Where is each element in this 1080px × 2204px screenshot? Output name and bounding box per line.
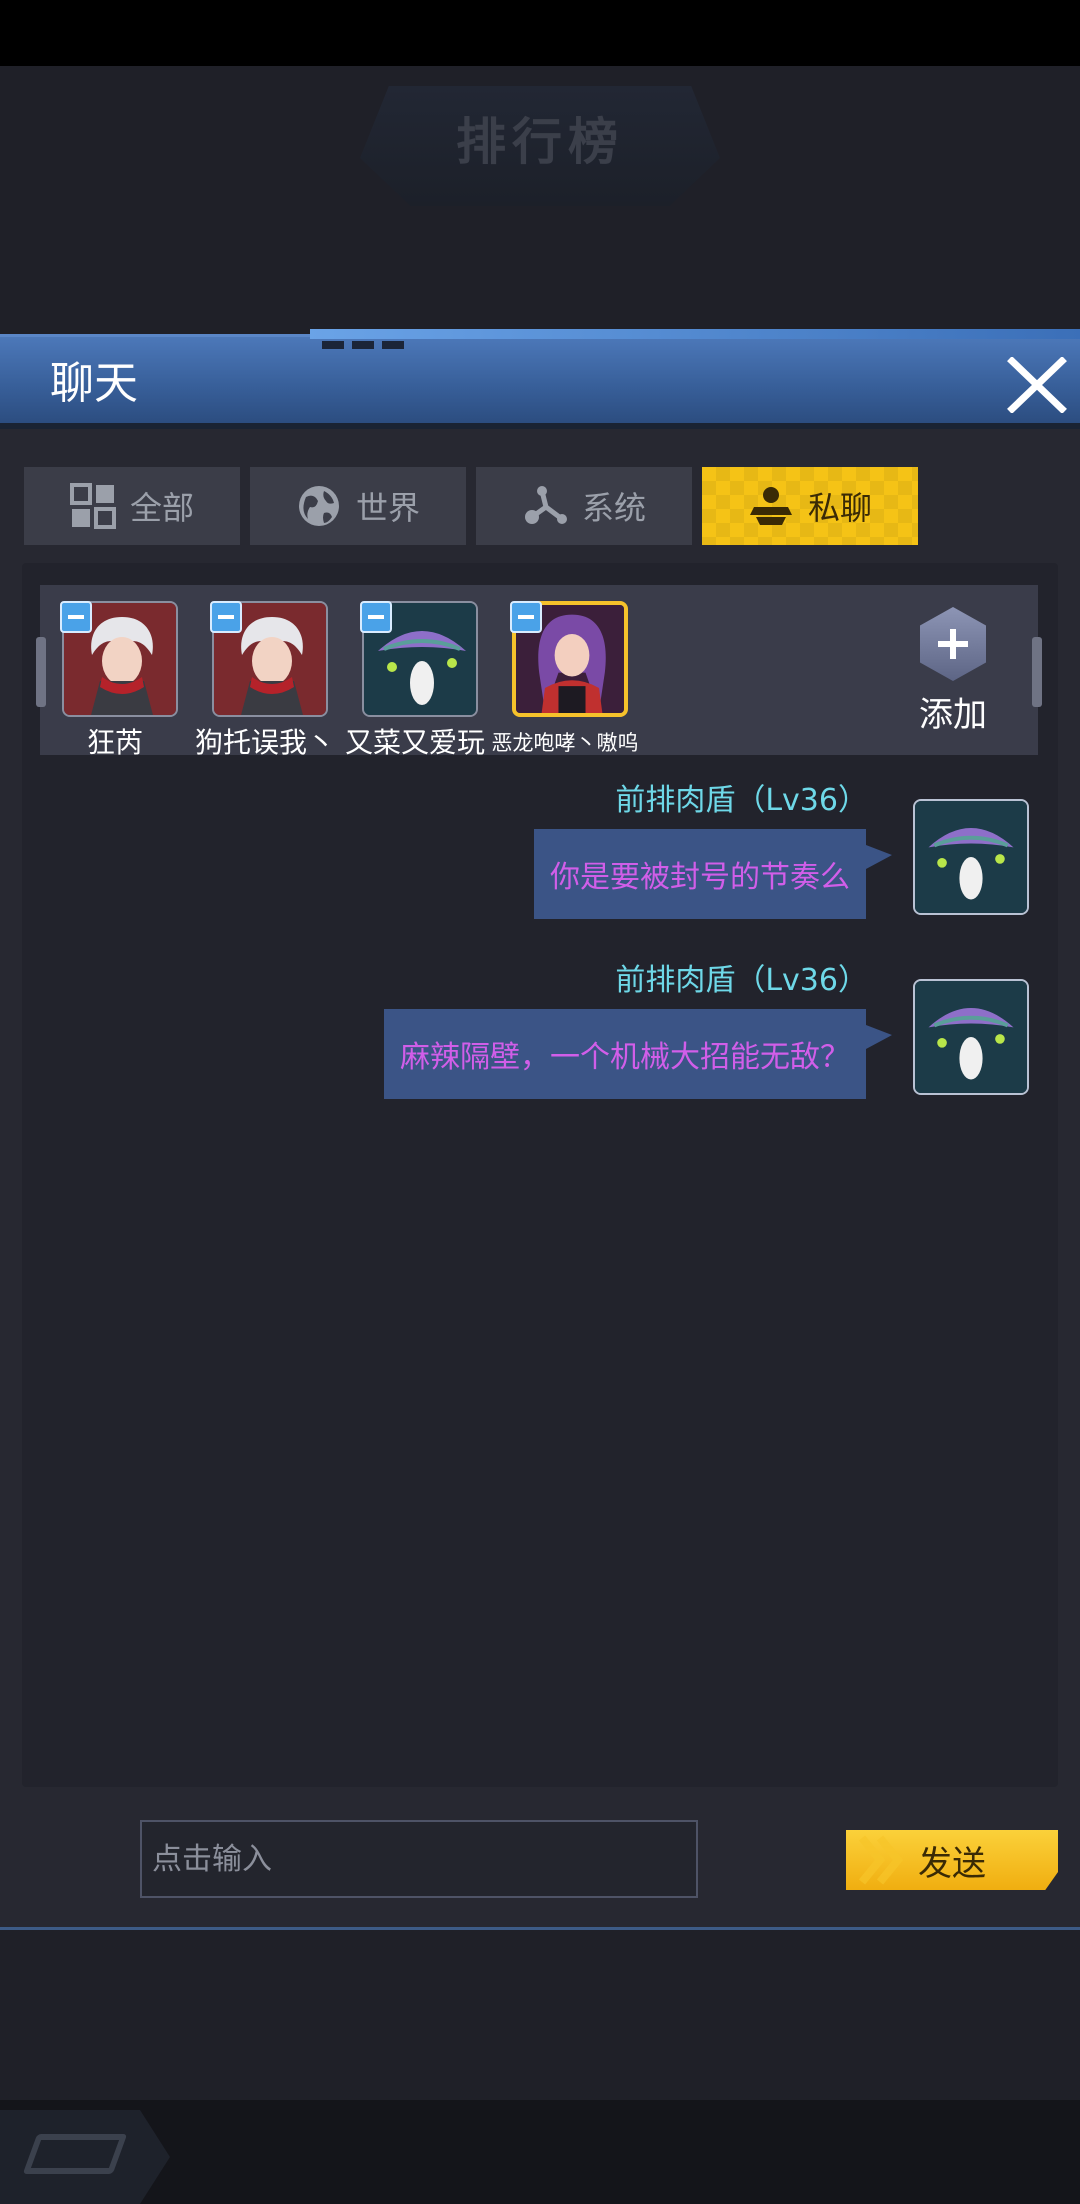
message-text: 麻辣隔壁，一个机械大招能无敌？ <box>400 1040 850 1075</box>
friend-item-selected[interactable]: 恶龙咆哮丶嗷呜 <box>490 601 640 755</box>
grid-icon <box>69 483 116 529</box>
mushroom-spirit-avatar[interactable] <box>913 979 1029 1095</box>
chat-input[interactable] <box>140 1820 698 1898</box>
friend-name: 恶龙咆哮丶嗷呜 <box>491 731 639 755</box>
tab-label: 世界 <box>355 489 420 527</box>
remove-friend-button[interactable] <box>60 601 92 633</box>
friend-item[interactable]: 狗托误我丶 <box>190 601 340 759</box>
mushroom-spirit-avatar[interactable] <box>913 799 1029 915</box>
dialog-header: 聊天 <box>0 329 1080 429</box>
tab-label: 系统 <box>581 489 646 527</box>
dialog-title: 聊天 <box>50 358 138 409</box>
message-bubble[interactable]: 麻辣隔壁，一个机械大招能无敌？ <box>384 1009 892 1099</box>
chevron-right-icon <box>858 1835 904 1885</box>
tab-world[interactable]: 世界 <box>250 467 466 545</box>
message-text: 你是要被封号的节奏么 <box>550 860 850 895</box>
nodes-icon <box>524 486 567 524</box>
add-friend-label: 添加 <box>919 695 987 735</box>
send-label: 发送 <box>918 1843 986 1884</box>
friend-name: 狗托误我丶 <box>194 726 335 759</box>
status-bar <box>0 0 1080 66</box>
friend-item[interactable]: 狂芮 <box>40 601 190 759</box>
message-bubble[interactable]: 你是要被封号的节奏么 <box>534 829 892 919</box>
private-chat-icon <box>749 487 792 525</box>
globe-icon <box>298 486 339 526</box>
message-sender: 前排肉盾（Lv36） <box>615 963 868 998</box>
tab-all[interactable]: 全部 <box>24 467 240 545</box>
background-title: 排行榜 <box>456 113 624 171</box>
tab-label: 全部 <box>129 489 194 527</box>
tab-label: 私聊 <box>807 489 872 527</box>
tab-system[interactable]: 系统 <box>476 467 692 545</box>
back-icon <box>22 2134 128 2174</box>
chat-dialog: 聊天 全部 世界 系统 私聊 狂芮 狗托误我丶 又菜又爱玩 恶龙咆哮丶嗷呜 添加… <box>0 329 1080 1930</box>
message-sender: 前排肉盾（Lv36） <box>615 783 868 818</box>
remove-friend-button[interactable] <box>360 601 392 633</box>
add-friend-button[interactable]: 添加 <box>908 607 998 737</box>
friend-name: 又菜又爱玩 <box>344 726 485 759</box>
close-icon[interactable] <box>1006 357 1068 413</box>
friend-item[interactable]: 又菜又爱玩 <box>340 601 490 759</box>
tab-private-chat[interactable]: 私聊 <box>702 467 918 545</box>
remove-friend-button[interactable] <box>210 601 242 633</box>
friend-name: 狂芮 <box>86 726 143 759</box>
send-button[interactable]: 发送 <box>846 1830 1058 1890</box>
strip-scroll-right[interactable] <box>1032 637 1042 707</box>
remove-friend-button[interactable] <box>510 601 542 633</box>
